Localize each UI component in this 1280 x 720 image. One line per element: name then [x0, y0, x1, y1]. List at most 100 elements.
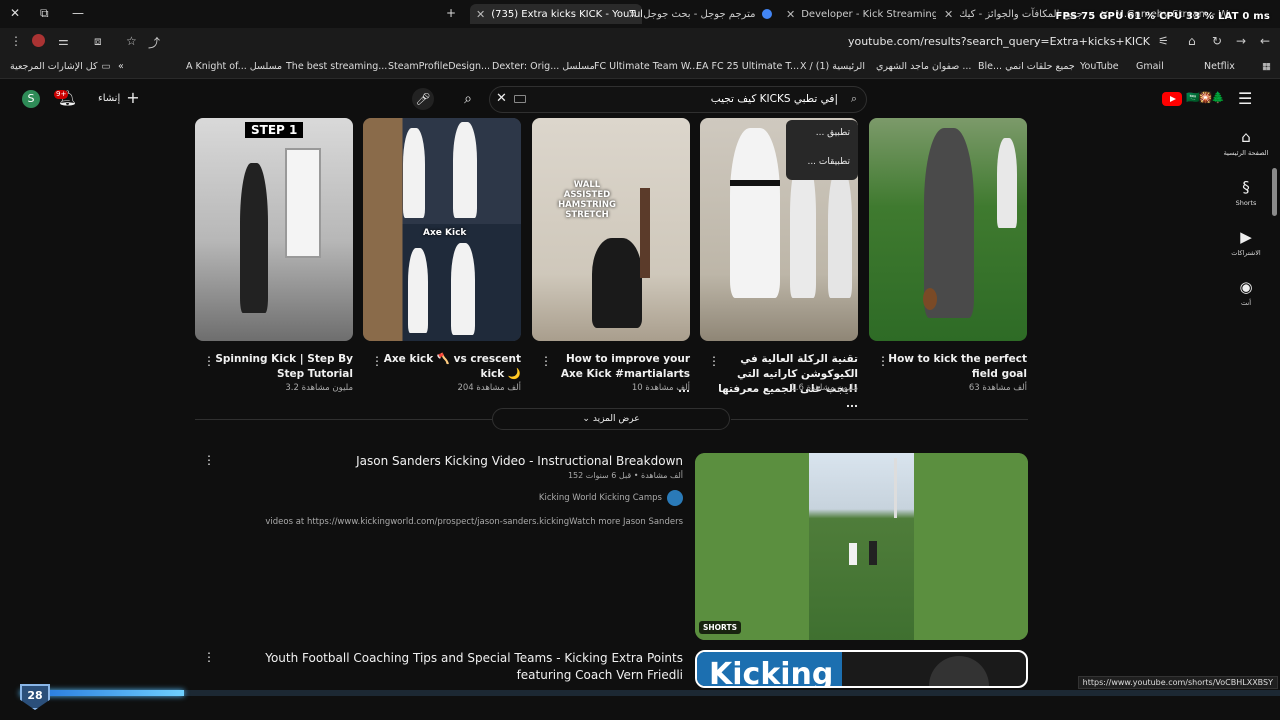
video-description: videos at https://www.kickingworld.com/p… — [265, 517, 683, 527]
tab-kick-developer[interactable]: ✕ Developer - Kick Streaming — [786, 4, 936, 24]
home-icon[interactable]: ⌂ — [1188, 34, 1196, 48]
show-more-button[interactable]: ⌄ عرض المزيد — [492, 408, 730, 430]
video-title[interactable]: Youth Football Coaching Tips and Special… — [243, 650, 683, 684]
video-result[interactable]: Kicking ⋮ Youth Football Coaching Tips a… — [195, 650, 1028, 690]
search-input[interactable]: ✕ كيف تجيب KICKS في تطبي| ⌕ — [489, 86, 867, 113]
person-image — [408, 248, 428, 333]
short-title[interactable]: How to kick the perfect field goal — [887, 352, 1027, 382]
guide-item-home[interactable]: ⌂ الصفحة الرئيسية — [1220, 128, 1272, 178]
keyboard-icon[interactable] — [514, 95, 526, 103]
share-icon[interactable]: ⤴ — [148, 34, 160, 51]
chevron-more-icon[interactable]: « — [118, 61, 124, 72]
video-thumbnail[interactable]: SHORTS — [695, 453, 1028, 640]
reload-icon[interactable]: ↻ — [1212, 34, 1222, 48]
channel-link[interactable]: Kicking World Kicking Camps — [539, 490, 683, 506]
voice-search-mic-icon[interactable]: 🎤︎ — [412, 88, 434, 110]
create-button[interactable]: إنشاء + — [98, 90, 140, 106]
close-tab-icon[interactable]: ✕ — [628, 8, 637, 21]
video-thumbnail[interactable]: Kicking — [695, 650, 1028, 688]
bookmark-item[interactable]: Netflix — [1204, 61, 1235, 72]
short-card[interactable]: WALL ASSISTED HAMSTRING STRETCH ⋮ How to… — [532, 118, 690, 395]
bookmark-item[interactable]: YouTube — [1080, 61, 1119, 72]
tab-youtube[interactable]: ✕ (735) Extra kicks KICK - YouTube — [470, 4, 642, 24]
door-image — [285, 148, 321, 258]
short-card[interactable]: ⋮ How to kick the perfect field goal 63 … — [869, 118, 1027, 393]
back-icon[interactable]: ← — [1260, 34, 1270, 48]
short-title[interactable]: تقنية الركلة العالية في الكيوكوشن كاراتي… — [718, 352, 858, 412]
more-options-icon[interactable]: ⋮ — [203, 453, 215, 467]
folder-icon: ▭ — [101, 61, 111, 72]
guide-item-you[interactable]: ◉ أنت — [1220, 278, 1272, 328]
person-image — [240, 163, 268, 313]
search-button-icon[interactable]: ⌕ — [457, 88, 479, 110]
person-image — [453, 122, 477, 218]
page-scrollbar[interactable] — [1272, 168, 1277, 216]
video-result[interactable]: SHORTS ⋮ Jason Sanders Kicking Video - I… — [195, 453, 1028, 640]
new-tab-icon[interactable]: + — [446, 6, 456, 20]
top-frame-image — [363, 118, 521, 224]
address-bar: ⋮ ⚌ ⧈ ☆ ⤴ youtube.com/results?search_que… — [0, 28, 1280, 55]
guide-item-shorts[interactable]: § Shorts — [1220, 178, 1272, 228]
clear-search-icon[interactable]: ✕ — [496, 91, 507, 106]
short-title[interactable]: Spinning Kick | Step By Step Tutorial — [213, 352, 353, 382]
performance-overlay: FPS 75 GPU 61 % CPU 33 % LAT 0 ms — [1055, 11, 1270, 22]
forward-icon[interactable]: → — [1236, 34, 1246, 48]
close-window-icon[interactable]: ✕ — [10, 6, 20, 20]
search-query-text[interactable]: كيف تجيب KICKS في تطبي| — [711, 93, 838, 105]
bookmark-item[interactable]: X / الرئيسية (1) — [800, 61, 865, 72]
youtube-logo-icon[interactable] — [1162, 92, 1182, 106]
close-tab-icon[interactable]: ✕ — [476, 8, 485, 21]
search-glass-icon: ⌕ — [850, 92, 857, 105]
bookmark-item[interactable]: EA FC 25 Ultimate T... — [696, 61, 799, 72]
tab-label: (735) Extra kicks KICK - YouTube — [491, 8, 642, 20]
mini-guide: ⌂ الصفحة الرئيسية § Shorts ▶ الاشتراكات … — [1220, 128, 1272, 328]
url-field[interactable]: youtube.com/results?search_query=Extra+k… — [848, 35, 1150, 48]
site-settings-icon[interactable]: ⚟ — [1158, 34, 1169, 48]
more-menu-icon[interactable]: ⋮ — [10, 34, 22, 48]
close-tab-icon[interactable]: ✕ — [944, 8, 953, 21]
subscriptions-icon: ▶ — [1240, 228, 1252, 246]
status-bar-url: https://www.youtube.com/shorts/VoCBHLXXB… — [1077, 676, 1278, 689]
tab-label: Developer - Kick Streaming — [801, 8, 936, 20]
player-image — [869, 541, 877, 565]
bookmark-item[interactable]: The best streaming... — [286, 61, 387, 72]
bookmark-item[interactable]: صفوان ماجد الشهري ... — [876, 61, 971, 72]
hamburger-menu-icon[interactable]: ☰ — [1238, 89, 1252, 108]
short-thumbnail[interactable] — [869, 118, 1027, 341]
video-title[interactable]: Jason Sanders Kicking Video - Instructio… — [263, 453, 683, 470]
suggestion-item[interactable]: ... تطبيقات — [786, 149, 858, 178]
suggestion-item[interactable]: ... تطبيق — [786, 120, 858, 149]
restore-window-icon[interactable]: ⧉ — [40, 6, 49, 21]
logo-flags: 🇸🇦🎇🌲 — [1186, 91, 1225, 104]
short-card[interactable]: STEP 1 ⋮ Spinning Kick | Step By Step Tu… — [195, 118, 353, 393]
bookmark-item[interactable]: A Knight of... مسلسل — [186, 61, 282, 72]
short-card[interactable]: Axe Kick ⋮ Axe kick 🪓 vs crescent kick 🌙… — [363, 118, 521, 393]
guide-item-subscriptions[interactable]: ▶ الاشتراكات — [1220, 228, 1272, 278]
avatar[interactable]: S — [22, 90, 40, 108]
bookmark-item[interactable]: SteamProfileDesign... — [388, 61, 490, 72]
bookmark-item[interactable]: FC Ultimate Team W... — [594, 61, 698, 72]
extension-icon[interactable] — [32, 34, 45, 47]
bookmark-item[interactable]: Ble... جميع حلقات انمي — [978, 61, 1075, 72]
notifications-badge: 9+ — [54, 90, 69, 99]
tune-icon[interactable]: ⚌ — [58, 34, 69, 48]
short-thumbnail[interactable]: WALL ASSISTED HAMSTRING STRETCH — [532, 118, 690, 341]
bookmark-item[interactable]: Gmail — [1136, 61, 1164, 72]
grid-menu-icon[interactable]: ▦ — [1262, 61, 1271, 72]
bookmark-all-folder[interactable]: كل الإشارات المرجعية ▭ — [10, 61, 111, 72]
bookmark-star-icon[interactable]: ☆ — [126, 34, 137, 48]
close-tab-icon[interactable]: ✕ — [786, 8, 795, 21]
search-suggestions-dropdown: ... تطبيق ... تطبيقات — [786, 120, 858, 180]
more-options-icon[interactable]: ⋮ — [203, 650, 215, 664]
extensions-puzzle-icon[interactable]: ⧈ — [94, 34, 102, 49]
thumbnail-title-text: Kicking — [709, 657, 834, 688]
short-title[interactable]: Axe kick 🪓 vs crescent kick 🌙 — [381, 352, 521, 382]
minimize-window-icon[interactable]: — — [72, 6, 84, 20]
guide-label: أنت — [1241, 299, 1251, 307]
tab-google-translate[interactable]: ✕ مترجم جوجل - بحث جوجل — [628, 4, 774, 24]
bookmark-item[interactable]: Dexter: Orig... مسلسل — [492, 61, 595, 72]
short-thumbnail[interactable]: STEP 1 — [195, 118, 353, 341]
short-views: 1.6 مليون مشاهدة — [790, 383, 858, 393]
short-thumbnail[interactable]: Axe Kick — [363, 118, 521, 341]
google-favicon-icon — [761, 9, 772, 19]
